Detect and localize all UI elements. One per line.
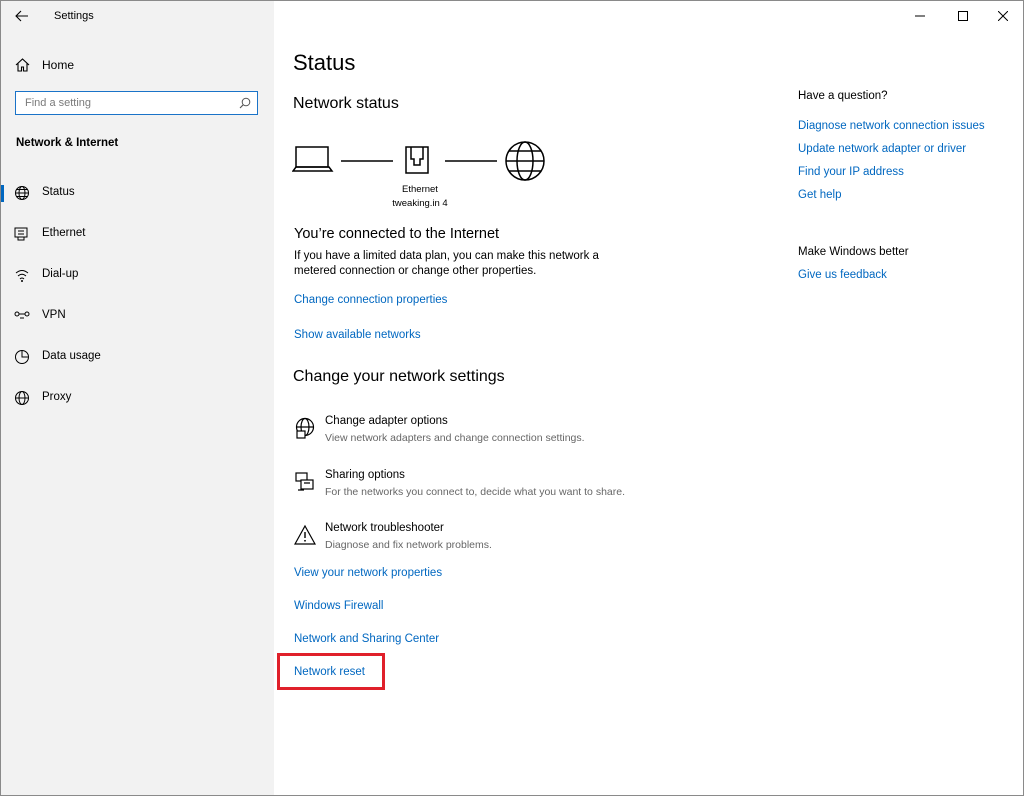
windows-firewall-link[interactable]: Windows Firewall [294,600,383,612]
minimize-icon [915,15,925,17]
sidebar: Settings Home Find a setting Network & I… [1,1,274,795]
internet-globe-icon [505,141,545,181]
sidebar-item-status[interactable]: Status [1,178,274,208]
dialup-icon [15,270,29,282]
network-troubleshooter[interactable]: Network troubleshooter Diagnose and fix … [294,522,694,562]
view-network-properties-link[interactable]: View your network properties [294,567,442,579]
close-icon [998,11,1008,21]
sidebar-item-label: Status [42,186,75,198]
network-sharing-center-link[interactable]: Network and Sharing Center [294,633,439,645]
search-input[interactable]: Find a setting [15,91,258,115]
home-label: Home [42,58,75,72]
sidebar-item-dialup[interactable]: Dial-up [1,260,274,290]
sidebar-item-ethernet[interactable]: Ethernet [1,219,274,249]
sidebar-item-label: VPN [42,309,66,321]
laptop-icon [292,146,334,172]
make-windows-better-heading: Make Windows better [798,246,909,258]
maximize-icon [958,11,968,21]
sidebar-item-label: Data usage [42,350,101,362]
globe-icon [15,391,29,405]
option-title: Change adapter options [325,415,448,427]
settings-window: Settings Home Find a setting Network & I… [0,0,1024,796]
sidebar-item-vpn[interactable]: VPN [1,301,274,331]
close-button[interactable] [983,3,1023,29]
page-title: Status [293,50,356,75]
data-usage-icon [15,350,29,364]
option-description: For the networks you connect to, decide … [325,486,625,498]
back-button[interactable] [7,5,37,27]
home-icon [15,58,30,72]
sidebar-item-label: Dial-up [42,268,79,280]
globe-status-icon [15,186,29,200]
main-content: Status Network status Ethernet tweaking.… [274,1,1023,795]
diagnose-network-link[interactable]: Diagnose network connection issues [798,120,985,132]
sidebar-item-label: Proxy [42,391,72,403]
update-adapter-link[interactable]: Update network adapter or driver [798,143,966,155]
adapter-name: Ethernet [402,184,438,195]
change-connection-properties-link[interactable]: Change connection properties [294,294,447,306]
section-title: Network & Internet [16,137,119,149]
sharing-options[interactable]: Sharing options For the networks you con… [294,469,694,509]
maximize-button[interactable] [943,3,983,29]
adapter-globe-icon [295,417,315,439]
sidebar-item-proxy[interactable]: Proxy [1,383,274,413]
ethernet-port-icon [405,146,429,174]
change-settings-heading: Change your network settings [293,368,505,385]
home-nav[interactable]: Home [15,55,74,75]
back-arrow-icon [15,10,28,22]
app-title: Settings [54,10,94,22]
give-feedback-link[interactable]: Give us feedback [798,269,887,281]
show-available-networks-link[interactable]: Show available networks [294,329,421,341]
ethernet-icon [14,227,28,241]
network-status-heading: Network status [293,95,399,112]
get-help-link[interactable]: Get help [798,189,841,201]
highlight-box [277,653,385,690]
warning-icon [294,524,316,545]
option-description: Diagnose and fix network problems. [325,539,492,551]
vpn-icon [14,311,30,319]
search-placeholder: Find a setting [25,97,92,109]
question-heading: Have a question? [798,90,888,102]
connected-description: If you have a limited data plan, you can… [294,250,599,277]
option-description: View network adapters and change connect… [325,432,585,444]
change-adapter-options[interactable]: Change adapter options View network adap… [294,415,694,455]
minimize-button[interactable] [900,3,940,29]
option-title: Sharing options [325,469,405,481]
sharing-icon [295,472,314,491]
search-icon [239,97,251,109]
option-title: Network troubleshooter [325,522,444,534]
sidebar-item-data-usage[interactable]: Data usage [1,342,274,372]
network-name: tweaking.in 4 [392,198,448,209]
sidebar-item-label: Ethernet [42,227,86,239]
find-ip-link[interactable]: Find your IP address [798,166,904,178]
connected-heading: You’re connected to the Internet [294,226,500,242]
